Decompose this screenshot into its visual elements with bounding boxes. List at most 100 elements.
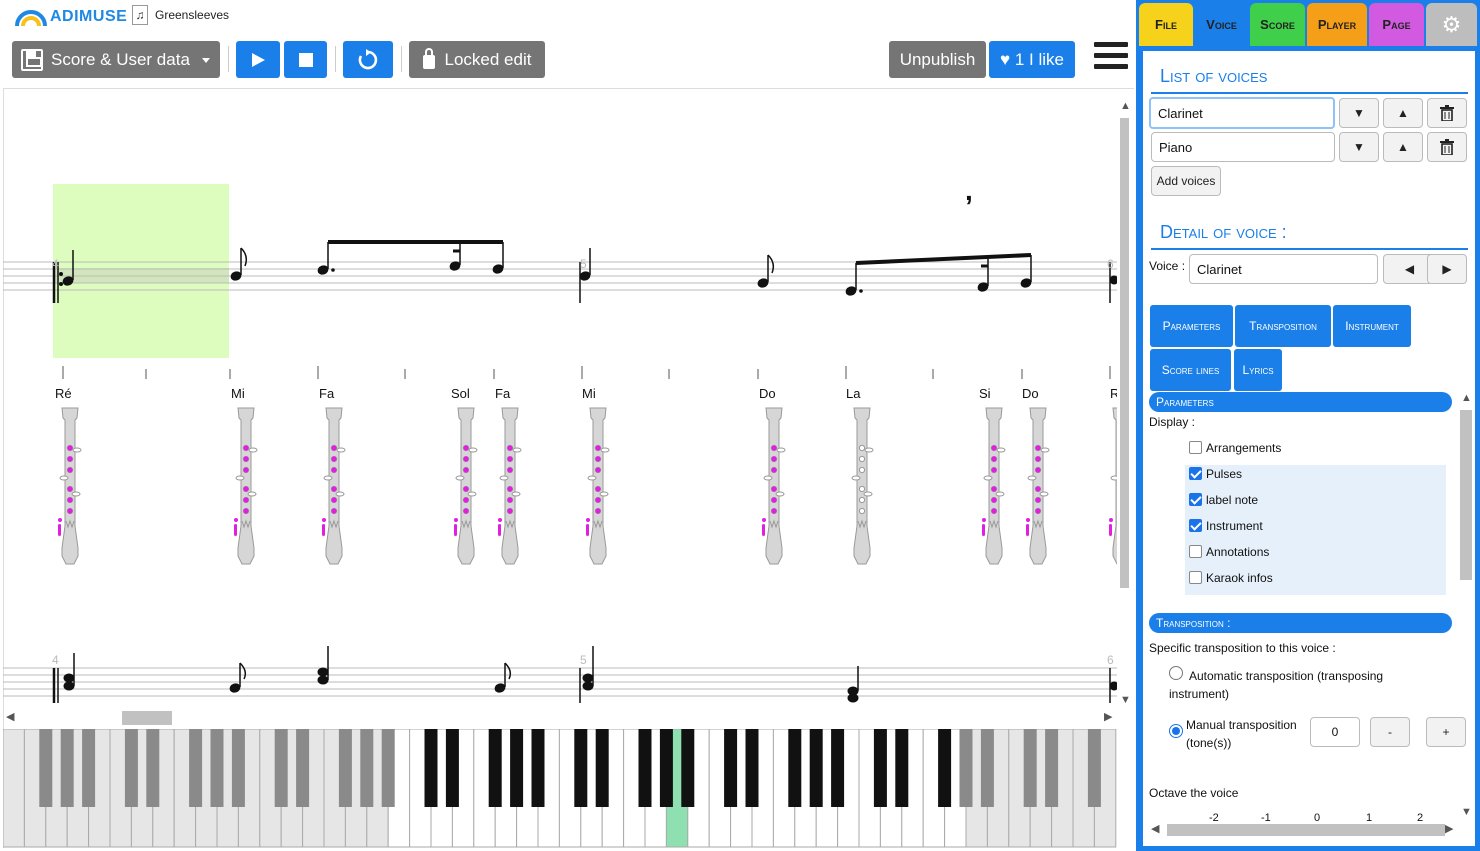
stop-button[interactable]	[284, 41, 327, 78]
piano-black-key[interactable]	[745, 729, 759, 807]
score-view[interactable]: 4 5 6 , Ré Mi Fa Sol Fa Mi Do La Si Do R…	[3, 88, 1117, 708]
piano-black-key[interactable]	[659, 729, 673, 807]
delete-voice-button[interactable]	[1427, 132, 1467, 162]
annotations-checkbox[interactable]	[1189, 545, 1202, 558]
scroll-down-icon[interactable]: ▼	[1461, 806, 1472, 818]
tab-file[interactable]: File	[1139, 3, 1193, 46]
parameters-button[interactable]: Parameters	[1150, 305, 1233, 347]
scroll-left-icon[interactable]: ◀	[6, 710, 14, 723]
adimuse-logo[interactable]: ADIMUSE	[14, 6, 127, 28]
tab-score[interactable]: Score	[1250, 3, 1305, 46]
manual-transposition-input[interactable]: 0	[1310, 717, 1360, 747]
piano-black-key[interactable]	[381, 729, 395, 807]
move-voice-up-button[interactable]: ▲	[1383, 98, 1423, 128]
score-lines-button[interactable]: Score lines	[1150, 349, 1231, 391]
piano-black-key[interactable]	[510, 729, 524, 807]
scrollbar-thumb[interactable]	[1460, 410, 1472, 580]
move-voice-down-button[interactable]: ▼	[1339, 132, 1379, 162]
scrollbar-thumb[interactable]	[1120, 118, 1129, 588]
scroll-down-icon[interactable]: ▼	[1120, 694, 1131, 706]
score-horizontal-scrollbar[interactable]: ◀ ▶	[3, 710, 1117, 726]
piano-black-key[interactable]	[681, 729, 695, 807]
piano-black-key[interactable]	[638, 729, 652, 807]
loop-icon	[358, 48, 378, 69]
scrollbar-thumb[interactable]	[1167, 824, 1445, 836]
piano-black-key[interactable]	[124, 729, 138, 807]
piano-black-key[interactable]	[895, 729, 909, 807]
score-vertical-scrollbar[interactable]: ▲ ▼	[1117, 100, 1133, 708]
add-voices-button[interactable]: Add voices	[1151, 166, 1221, 196]
delete-voice-button[interactable]	[1427, 98, 1467, 128]
lyrics-button[interactable]: Lyrics	[1234, 349, 1282, 391]
piano-black-key[interactable]	[231, 729, 245, 807]
transposition-button[interactable]: Transposition	[1235, 305, 1331, 347]
karaok-infos-checkbox[interactable]	[1189, 571, 1202, 584]
piano-keyboard[interactable]	[3, 729, 1117, 849]
tab-player[interactable]: Player	[1307, 3, 1367, 46]
piano-black-key[interactable]	[788, 729, 802, 807]
piano-black-key[interactable]	[1045, 729, 1059, 807]
unpublish-button[interactable]: Unpublish	[889, 41, 986, 78]
move-voice-up-button[interactable]: ▲	[1383, 132, 1423, 162]
voice-name-field[interactable]: Clarinet	[1149, 97, 1335, 129]
save-dropdown-button[interactable]: Score & User data	[12, 41, 220, 78]
piano-black-key[interactable]	[724, 729, 738, 807]
piano-black-key[interactable]	[146, 729, 160, 807]
scrollbar-thumb[interactable]	[122, 711, 172, 725]
pulses-checkbox[interactable]	[1189, 467, 1202, 480]
loop-button[interactable]	[343, 41, 393, 78]
piano-black-key[interactable]	[296, 729, 310, 807]
tab-page[interactable]: Page	[1369, 3, 1424, 46]
piano-black-key[interactable]	[60, 729, 74, 807]
arrangements-checkbox[interactable]	[1189, 441, 1202, 454]
scroll-right-icon[interactable]: ▶	[1104, 710, 1112, 723]
voice-select[interactable]: Clarinet	[1189, 254, 1378, 284]
transposition-minus-button[interactable]: -	[1370, 717, 1410, 747]
measure-number: 4	[52, 257, 59, 271]
piano-black-key[interactable]	[574, 729, 588, 807]
piano-black-key[interactable]	[1023, 729, 1037, 807]
piano-black-key[interactable]	[189, 729, 203, 807]
move-voice-down-button[interactable]: ▼	[1339, 98, 1379, 128]
piano-black-key[interactable]	[424, 729, 438, 807]
piano-black-key[interactable]	[938, 729, 952, 807]
label-note-checkbox[interactable]	[1189, 493, 1202, 506]
piano-black-key[interactable]	[959, 729, 973, 807]
piano-black-key[interactable]	[873, 729, 887, 807]
piano-black-key[interactable]	[338, 729, 352, 807]
manual-transposition-radio[interactable]	[1169, 724, 1183, 738]
scroll-up-icon[interactable]: ▲	[1461, 392, 1472, 404]
next-voice-button[interactable]: ▶	[1427, 254, 1467, 284]
scroll-right-icon[interactable]: ▶	[1445, 822, 1453, 835]
measure-number: 4	[52, 653, 59, 667]
piano-black-key[interactable]	[1087, 729, 1101, 807]
play-button[interactable]	[236, 41, 280, 78]
like-button[interactable]: ♥ 1 I like	[989, 41, 1075, 78]
piano-black-key[interactable]	[595, 729, 609, 807]
piano-black-key[interactable]	[82, 729, 96, 807]
piano-black-key[interactable]	[531, 729, 545, 807]
scroll-up-icon[interactable]: ▲	[1120, 100, 1131, 112]
piano-black-key[interactable]	[831, 729, 845, 807]
piano-black-key[interactable]	[488, 729, 502, 807]
voice-name-field[interactable]: Piano	[1151, 132, 1335, 162]
piano-black-key[interactable]	[274, 729, 288, 807]
panel-vertical-scrollbar[interactable]: ▲ ▼	[1458, 392, 1474, 822]
piano-black-key[interactable]	[210, 729, 224, 807]
note-label: Fa	[319, 386, 335, 401]
panel-horizontal-scrollbar[interactable]: ◀ ▶	[1149, 822, 1458, 838]
instrument-button[interactable]: Instrument	[1333, 305, 1411, 347]
tab-voice[interactable]: Voice	[1195, 3, 1248, 46]
instrument-checkbox[interactable]	[1189, 519, 1202, 532]
piano-white-key[interactable]	[3, 729, 25, 848]
scroll-left-icon[interactable]: ◀	[1151, 822, 1159, 835]
tab-settings[interactable]: ⚙	[1426, 3, 1477, 46]
locked-edit-button[interactable]: Locked edit	[409, 41, 545, 78]
piano-black-key[interactable]	[445, 729, 459, 807]
piano-black-key[interactable]	[980, 729, 994, 807]
menu-icon[interactable]	[1094, 42, 1128, 74]
clarinet-fingering-diagram	[234, 407, 258, 565]
piano-black-key[interactable]	[809, 729, 823, 807]
piano-black-key[interactable]	[360, 729, 374, 807]
piano-black-key[interactable]	[39, 729, 53, 807]
